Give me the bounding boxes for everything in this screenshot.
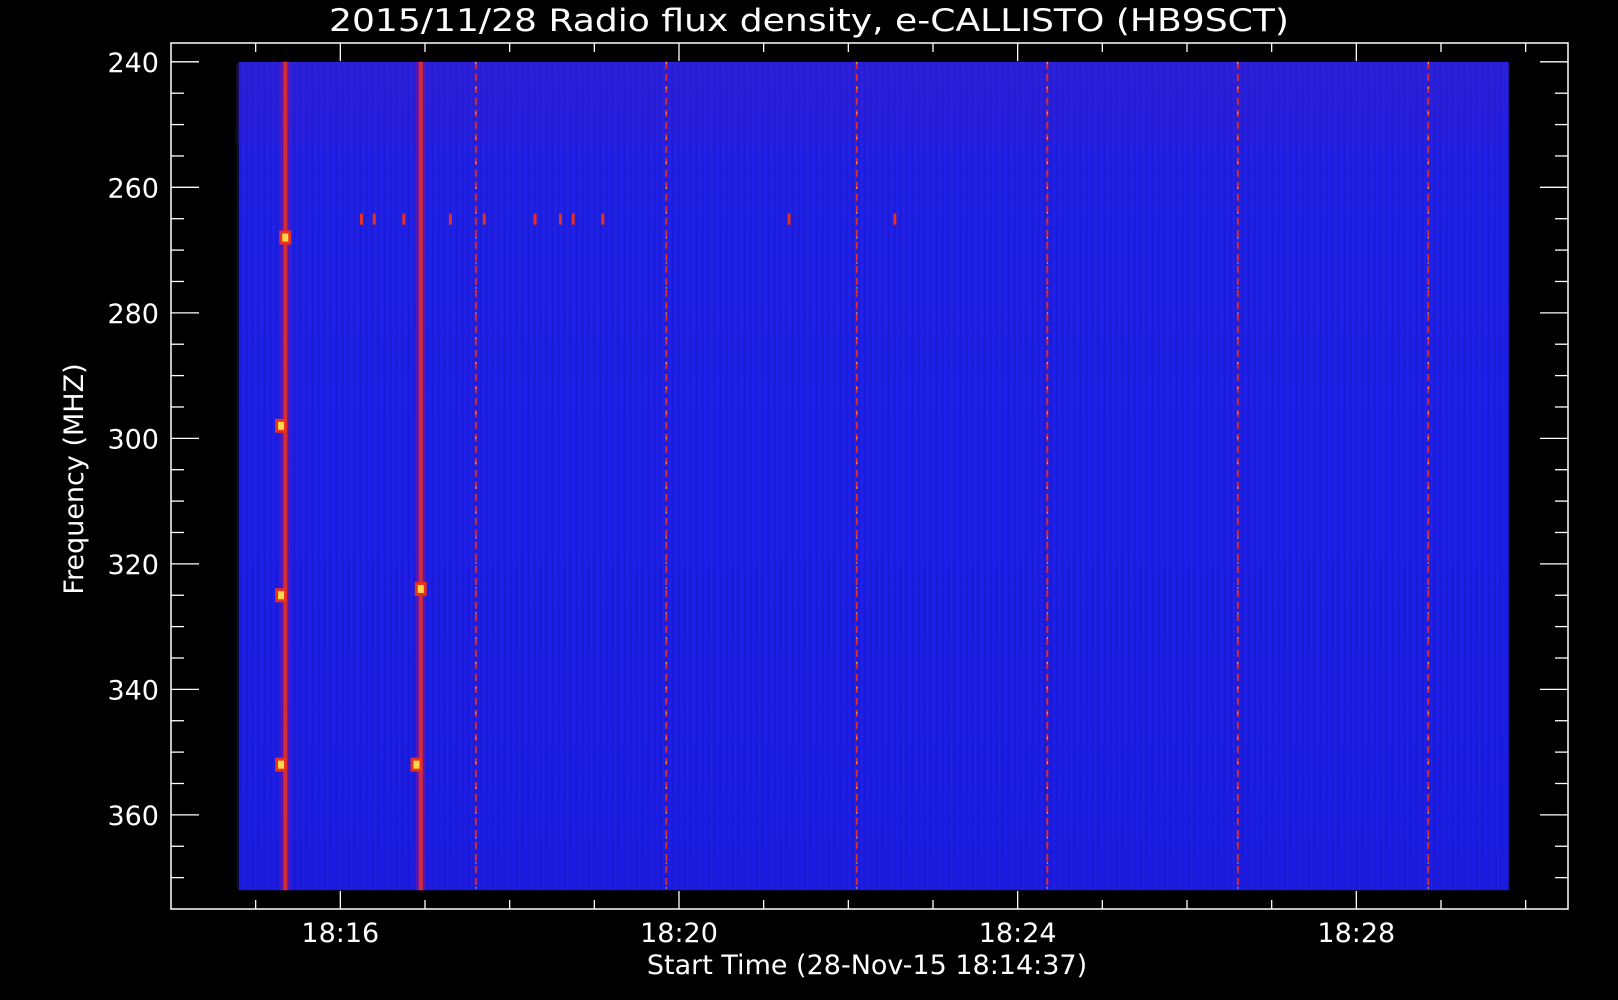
- narrowband-blip: [448, 213, 452, 225]
- y-tick-label: 360: [107, 801, 159, 832]
- x-tick-label: 18:24: [979, 918, 1057, 949]
- x-tick-label: 18:20: [640, 918, 718, 949]
- hot-spot-peak: [413, 760, 420, 769]
- y-tick-label: 240: [107, 48, 159, 79]
- hot-spot-peak: [278, 591, 285, 600]
- x-axis-label: Start Time (28-Nov-15 18:14:37): [647, 950, 1087, 981]
- narrowband-blip: [558, 213, 562, 225]
- narrowband-blip: [360, 213, 363, 225]
- narrowband-blip: [787, 213, 791, 225]
- chart-title: 2015/11/28 Radio flux density, e-CALLIST…: [329, 3, 1289, 39]
- x-tick-label: 18:28: [1317, 918, 1395, 949]
- y-tick-label: 280: [107, 299, 159, 330]
- hot-spot-peak: [278, 421, 285, 430]
- hot-spot-peak: [282, 233, 289, 242]
- y-tick-label: 300: [107, 424, 159, 455]
- narrowband-blip: [601, 213, 605, 225]
- x-tick-label: 18:16: [301, 918, 379, 949]
- narrowband-blip: [893, 213, 897, 225]
- narrowband-blip: [402, 213, 406, 225]
- spectrogram-image: [235, 61, 1509, 891]
- y-tick-label: 260: [107, 173, 159, 204]
- narrowband-blip: [482, 213, 486, 225]
- hot-spot-peak: [417, 584, 424, 593]
- narrowband-blip: [372, 213, 376, 225]
- spectrogram-chart: 2015/11/28 Radio flux density, e-CALLIST…: [59, 3, 1569, 981]
- narrowband-blip: [533, 213, 537, 225]
- y-tick-label: 340: [107, 675, 159, 706]
- y-axis-label: Frequency (MHZ): [59, 363, 90, 594]
- narrowband-blip: [571, 213, 575, 225]
- y-tick-label: 320: [107, 550, 159, 581]
- hot-spot-peak: [278, 760, 285, 769]
